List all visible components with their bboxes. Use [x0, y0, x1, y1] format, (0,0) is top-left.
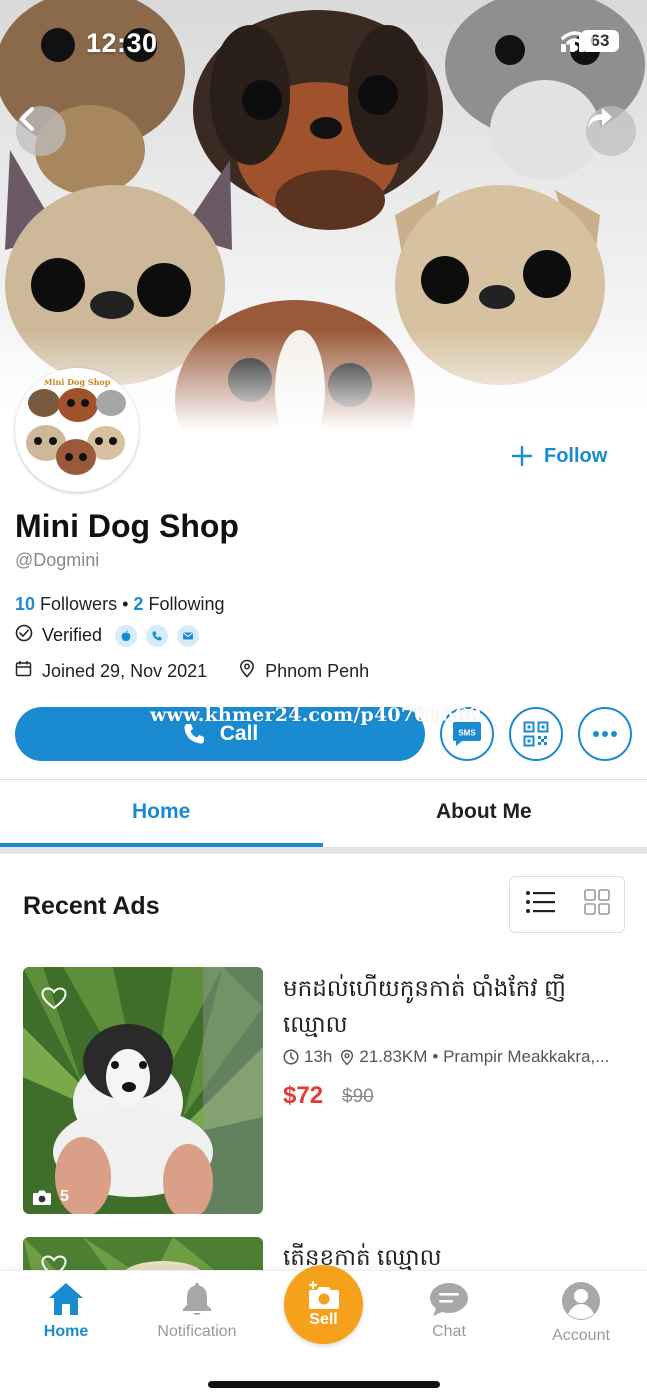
email-verified-icon — [177, 624, 200, 647]
nav-account-label: Account — [552, 1327, 610, 1344]
nav-notification[interactable]: Notification — [137, 1281, 257, 1341]
following-count[interactable]: 2 — [133, 594, 143, 614]
list-view-icon[interactable] — [525, 890, 555, 919]
share-arrow-icon — [588, 108, 612, 128]
joined-date: Joined 29, Nov 2021 — [42, 660, 208, 681]
joined-location-row: Joined 29, Nov 2021 Phnom Penh — [15, 659, 369, 683]
location-pin-small-icon — [341, 1049, 354, 1065]
status-time: 12:30 — [86, 28, 158, 58]
add-photo-camera-icon — [308, 1280, 339, 1309]
tab-home[interactable]: Home — [132, 800, 190, 824]
status-icons: 63 — [561, 30, 619, 52]
apple-verified-icon — [115, 624, 138, 647]
home-icon — [49, 1283, 83, 1315]
url-watermark: www.khmer24.com/p40701660 — [150, 704, 482, 726]
more-dots-icon — [593, 731, 617, 737]
camera-icon — [33, 1190, 51, 1205]
nav-account[interactable]: Account — [521, 1281, 641, 1345]
shop-avatar[interactable]: Mini Dog Shop — [15, 368, 139, 492]
plus-icon — [511, 445, 533, 467]
sms-label: SMS — [458, 729, 476, 738]
cover-dog-figures — [0, 0, 647, 430]
ad-title[interactable]: មកដល់ហើយកូនកាត់ បាំងកែវ ញីឈ្មោល — [283, 970, 623, 1042]
recent-ads-title: Recent Ads — [23, 892, 160, 920]
shop-location: Phnom Penh — [265, 660, 370, 681]
avatar-logo-text: Mini Dog Shop — [44, 377, 111, 387]
cover-photo: 12:30 63 — [0, 0, 647, 430]
nav-chat-label: Chat — [432, 1323, 466, 1340]
follow-label: Follow — [544, 444, 608, 467]
chevron-left-icon — [20, 107, 34, 131]
nav-notification-label: Notification — [157, 1323, 237, 1340]
follow-stats: 10 Followers • 2 Following — [15, 594, 225, 615]
clock-icon — [283, 1049, 299, 1065]
qr-code-button[interactable] — [509, 707, 563, 761]
ad-old-price: $90 — [342, 1086, 374, 1107]
home-indicator — [208, 1381, 440, 1388]
avatar-logo-image: Mini Dog Shop — [18, 371, 136, 489]
verified-label: Verified — [42, 625, 103, 645]
photo-count: 5 — [32, 1188, 69, 1206]
ad-distance: 21.83KM — [359, 1047, 428, 1066]
ad-time: 13h — [304, 1047, 333, 1066]
check-circle-icon — [15, 624, 33, 647]
phone-verified-icon — [146, 624, 169, 647]
qr-code-icon — [523, 721, 549, 747]
account-avatar-icon — [562, 1282, 600, 1320]
shop-name: Mini Dog Shop — [15, 508, 239, 544]
chat-bubble-icon — [430, 1283, 468, 1316]
following-label[interactable]: Following — [148, 594, 224, 614]
nav-home-label: Home — [43, 1323, 89, 1340]
share-button[interactable] — [586, 106, 636, 156]
calendar-icon — [15, 660, 32, 682]
nav-chat[interactable]: Chat — [389, 1281, 509, 1341]
sell-button[interactable]: Sell — [284, 1265, 363, 1344]
more-options-button[interactable] — [578, 707, 632, 761]
back-button[interactable] — [16, 106, 66, 156]
ad-thumbnail[interactable]: 5 — [23, 967, 263, 1214]
followers-label[interactable]: Followers — [40, 594, 117, 614]
view-toggle — [509, 876, 625, 933]
shop-handle: @Dogmini — [15, 550, 100, 570]
nav-home[interactable]: Home — [6, 1281, 126, 1341]
grid-view-icon[interactable] — [583, 889, 610, 920]
section-divider — [0, 847, 647, 854]
tab-about-me[interactable]: About Me — [436, 800, 532, 824]
tabs-top-border — [0, 779, 647, 780]
followers-count[interactable]: 10 — [15, 594, 35, 614]
stats-separator: • — [122, 594, 129, 614]
ad-location: • Prampir Meakkakra,... — [432, 1047, 610, 1066]
sell-label: Sell — [309, 1310, 338, 1328]
photo-count-value: 5 — [60, 1188, 69, 1205]
ad-price: $72 — [283, 1082, 324, 1109]
follow-button[interactable]: Follow — [510, 444, 607, 468]
ad-meta: 13h 21.83KM • Prampir Meakkakra,... — [283, 1047, 609, 1067]
favorite-heart-icon[interactable] — [41, 987, 67, 1015]
verified-row: Verified — [15, 624, 200, 647]
bell-icon — [183, 1283, 211, 1315]
location-pin-icon — [239, 659, 255, 683]
